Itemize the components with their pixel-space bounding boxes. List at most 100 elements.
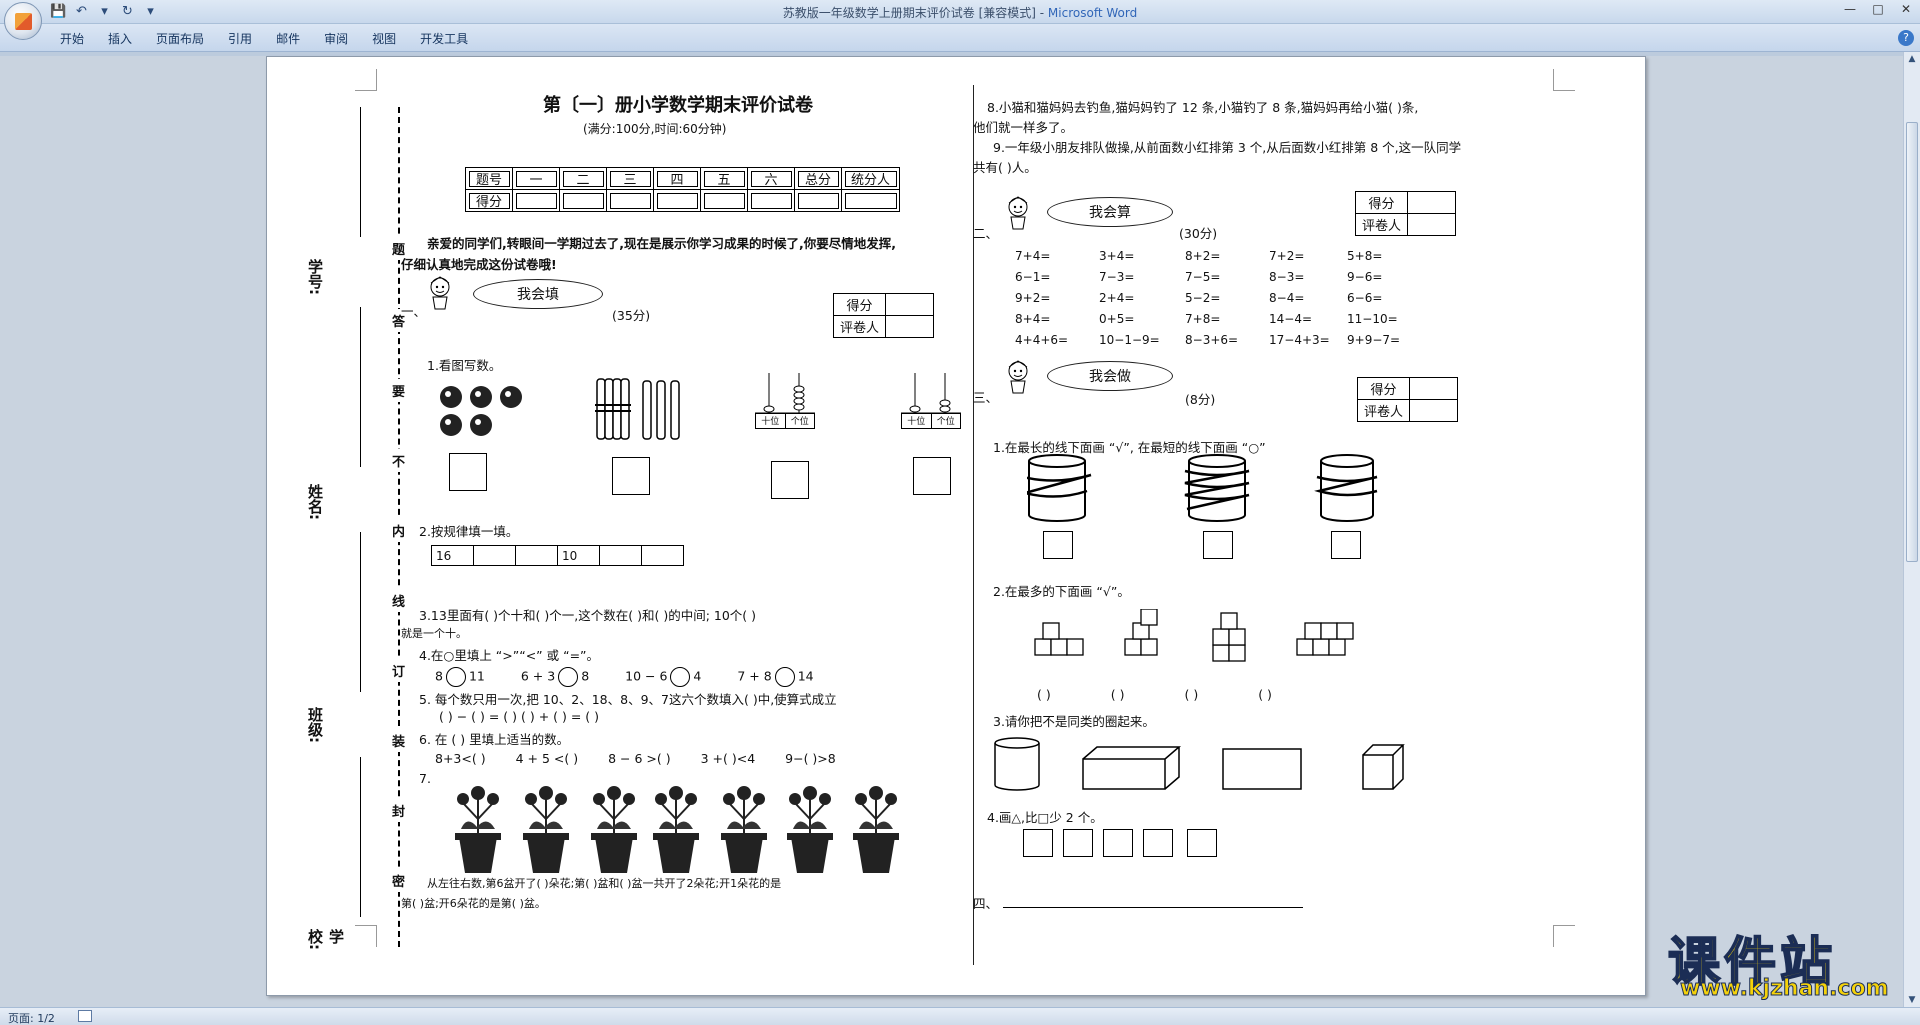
scroll-up-icon[interactable]: ▲	[1907, 54, 1917, 64]
shapes-icon	[994, 737, 1405, 791]
intro-line-2: 仔细认真地完成这份试卷哦!	[401, 257, 557, 272]
seal-char: 装	[392, 729, 406, 752]
table-cell[interactable]	[606, 189, 654, 212]
table-cell[interactable]	[794, 189, 842, 212]
table-cell[interactable]	[700, 189, 748, 212]
minimize-button[interactable]: —	[1842, 2, 1858, 16]
vertical-scrollbar[interactable]: ▲ ▼	[1903, 52, 1920, 1007]
exam-title: 第〔一〕册小学数学期末评价试卷	[543, 95, 813, 116]
table-cell[interactable]	[653, 189, 701, 212]
compare-circle[interactable]	[670, 667, 691, 687]
answer-blank[interactable]: ( )	[1111, 687, 1125, 702]
tab-references[interactable]: 引用	[228, 30, 252, 47]
table-cell: 总分	[794, 167, 842, 190]
calc-item: 11−10=	[1347, 312, 1398, 326]
inequality-item: 8+3<( )	[435, 751, 486, 766]
table-cell: 五	[700, 167, 748, 190]
section-4-number: 四、	[973, 896, 999, 911]
peach-icon	[440, 386, 522, 436]
compare-right: 8	[581, 668, 590, 684]
help-icon[interactable]: ?	[1898, 30, 1914, 46]
office-button[interactable]	[4, 2, 42, 40]
inequality-item: 3 +( )<4	[700, 751, 756, 766]
compare-item: 7 + 8 14	[737, 667, 814, 687]
grader-cell[interactable]	[1407, 213, 1457, 236]
sequence-cell[interactable]	[515, 545, 558, 566]
tens-label: 十位	[756, 414, 786, 428]
flower-pot-icon	[591, 786, 637, 873]
sequence-cell[interactable]	[473, 545, 516, 566]
place-value-labels: 十位 个位	[901, 413, 961, 429]
section-badge: 我会做	[1047, 361, 1173, 391]
compare-left: 8	[435, 668, 443, 684]
table-cell[interactable]	[747, 189, 795, 212]
table-cell[interactable]	[559, 189, 607, 212]
answer-box[interactable]	[1331, 531, 1361, 559]
tab-insert[interactable]: 插入	[108, 30, 132, 47]
tab-page-layout[interactable]: 页面布局	[156, 30, 204, 47]
answer-box[interactable]	[771, 461, 809, 499]
calc-item: 10−1−9=	[1099, 333, 1160, 347]
sticks-bundle-icon	[595, 378, 680, 440]
calc-item: 9+9−7=	[1347, 333, 1401, 347]
compare-right: 14	[797, 668, 814, 684]
compare-circle[interactable]	[774, 667, 795, 687]
score-cell[interactable]	[1409, 377, 1459, 400]
close-button[interactable]: ✕	[1898, 2, 1914, 16]
class-label: 班级:	[306, 707, 324, 743]
answer-box[interactable]	[1203, 531, 1233, 559]
answer-blank[interactable]: ( )	[1258, 687, 1272, 702]
grader-cell[interactable]	[1409, 399, 1459, 422]
answer-blanks: ( ) ( ) ( ) ( )	[1037, 687, 1272, 702]
ribbon: 开始 插入 页面布局 引用 邮件 审阅 视图 开发工具 ?	[0, 24, 1920, 52]
document-page[interactable]: 学号: 姓名: 班级: 学校: 题 答 要 不 内 线 订 装 封 密 第〔一〕…	[266, 56, 1646, 996]
maximize-button[interactable]: □	[1870, 2, 1886, 16]
proofing-icon[interactable]	[78, 1010, 92, 1022]
answer-box[interactable]	[612, 457, 650, 495]
tab-mailings[interactable]: 邮件	[276, 30, 300, 47]
grader-label: 评卷人	[832, 315, 887, 338]
calc-item: 2+4=	[1099, 291, 1135, 305]
tab-review[interactable]: 审阅	[324, 30, 348, 47]
watermark-url: www.kjzhan.com	[1680, 976, 1890, 1002]
grader-cell[interactable]	[885, 315, 935, 338]
sequence-cell[interactable]	[599, 545, 642, 566]
answer-box[interactable]	[1043, 531, 1073, 559]
question-9-cont: 共有( )人。	[973, 160, 1037, 175]
scorer-box: 得分 评卷人	[832, 293, 935, 338]
table-cell: 统分人	[841, 167, 900, 190]
compare-circle[interactable]	[445, 667, 466, 687]
scroll-down-icon[interactable]: ▼	[1907, 995, 1917, 1005]
sequence-cell[interactable]: 16	[431, 545, 474, 566]
calc-item: 6−1=	[1015, 270, 1051, 284]
compare-circle[interactable]	[558, 667, 579, 687]
table-cell[interactable]	[512, 189, 560, 212]
tab-developer[interactable]: 开发工具	[420, 30, 468, 47]
answer-box[interactable]	[449, 453, 487, 491]
answer-blank[interactable]: ( )	[1184, 687, 1198, 702]
score-label: 得分	[832, 293, 887, 316]
cartoon-kid-icon	[430, 276, 450, 310]
tab-view[interactable]: 视图	[372, 30, 396, 47]
score-cell[interactable]	[885, 293, 935, 316]
answer-blank[interactable]: ( )	[1037, 687, 1051, 702]
answer-box[interactable]	[913, 457, 951, 495]
tab-home[interactable]: 开始	[60, 30, 84, 47]
compare-right: 11	[468, 668, 485, 684]
sequence-cell[interactable]	[641, 545, 684, 566]
calc-item: 9−6=	[1347, 270, 1383, 284]
inequality-item: 9−( )>8	[785, 751, 836, 766]
app-name: Microsoft Word	[1047, 6, 1138, 20]
score-cell[interactable]	[1407, 191, 1457, 214]
table-cell: 得分	[465, 189, 513, 212]
table-cell[interactable]	[841, 189, 900, 212]
calc-item: 4+4+6=	[1015, 333, 1069, 347]
sequence-cell[interactable]: 10	[557, 545, 600, 566]
page-indicator[interactable]: 页面: 1/2	[8, 1010, 55, 1025]
section-number: 三、	[973, 390, 999, 405]
compare-item: 10 − 6 4	[625, 667, 701, 687]
scrollbar-thumb[interactable]	[1906, 122, 1918, 562]
calc-item: 8−4=	[1269, 291, 1305, 305]
section-badge: 我会算	[1047, 197, 1173, 227]
table-cell: 一	[512, 167, 560, 190]
